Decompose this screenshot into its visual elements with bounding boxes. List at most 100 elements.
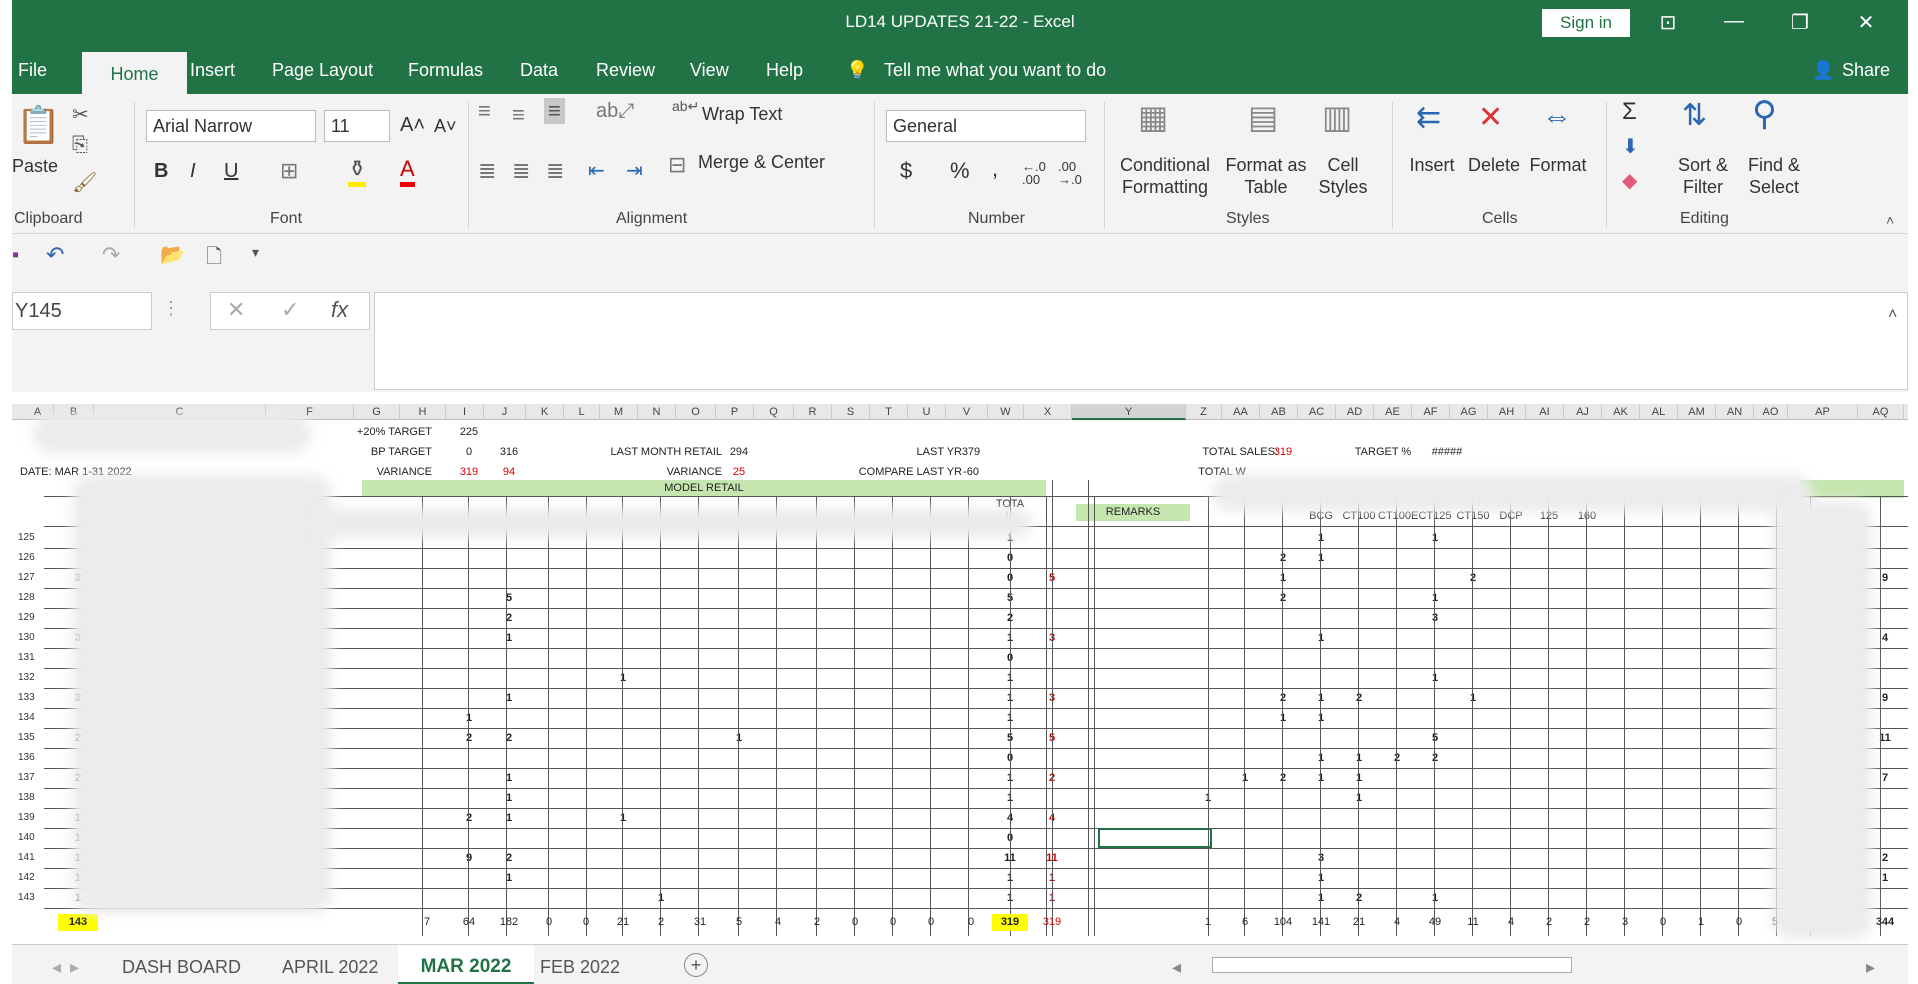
column-header-w[interactable]: W	[988, 404, 1024, 420]
row-header[interactable]: 126	[12, 548, 42, 568]
column-header-t[interactable]: T	[870, 404, 908, 420]
find-select-button[interactable]: Find & Select	[1740, 154, 1808, 198]
cell-ag[interactable]: 2	[1454, 570, 1492, 587]
scroll-tabs-left-icon[interactable]: ◂	[52, 957, 61, 978]
total-ae[interactable]: 4	[1378, 914, 1416, 931]
italic-button[interactable]: I	[190, 160, 196, 183]
increase-indent-icon[interactable]: ⇥	[626, 158, 643, 183]
format-as-table-button[interactable]: Format as Table	[1218, 154, 1314, 198]
currency-button[interactable]: $	[900, 158, 912, 184]
last-yr-label[interactable]: LAST YR	[852, 444, 962, 461]
font-color-icon[interactable]: A	[400, 156, 415, 187]
column-header-u[interactable]: U	[908, 404, 946, 420]
align-center-icon[interactable]: ≣	[512, 158, 530, 184]
decrease-indent-icon[interactable]: ⇤	[588, 158, 605, 183]
cell-m[interactable]: 1	[604, 810, 642, 827]
cell-ab[interactable]: 1	[1264, 710, 1302, 727]
enter-formula-icon[interactable]: ✓	[281, 297, 299, 323]
row-header[interactable]: 141	[12, 848, 42, 868]
column-header-h[interactable]: H	[400, 404, 446, 420]
total-l[interactable]: 0	[568, 914, 604, 931]
sheet-tab-april-2022[interactable]: APRIL 2022	[282, 957, 378, 978]
row-header[interactable]: 135	[12, 728, 42, 748]
row-header[interactable]: 143	[12, 888, 42, 908]
row-header[interactable]: 127	[12, 568, 42, 588]
sheet-tab-mar-2022[interactable]: MAR 2022	[398, 945, 534, 984]
bp-target-i[interactable]: 0	[450, 444, 488, 461]
paste-icon[interactable]: 📋	[16, 104, 61, 146]
column-header-ad[interactable]: AD	[1336, 404, 1374, 420]
total-p[interactable]: 5	[720, 914, 758, 931]
cell-m[interactable]: 1	[604, 670, 642, 687]
percent-button[interactable]: %	[950, 158, 970, 184]
cell-p[interactable]: 1	[720, 730, 758, 747]
underline-button[interactable]: U	[224, 160, 238, 183]
row-header[interactable]: 140	[12, 828, 42, 848]
cell-ab[interactable]: 2	[1264, 690, 1302, 707]
new-icon[interactable]: 🗋	[206, 242, 222, 276]
total-sales-value[interactable]: 319	[1264, 444, 1302, 461]
tab-data[interactable]: Data	[520, 60, 558, 81]
cell-ad[interactable]: 2	[1340, 890, 1378, 907]
total-h[interactable]: 7	[404, 914, 450, 931]
worksheet-grid[interactable]: A B C F G H I J K L M N O P Q R S T U V W X Y Z AA AB AC AD AE AF AG AH…	[12, 404, 1908, 944]
cell-j[interactable]: 1	[488, 810, 530, 827]
total-aj[interactable]: 2	[1568, 914, 1606, 931]
row-header[interactable]: 132	[12, 668, 42, 688]
column-header-ai[interactable]: AI	[1526, 404, 1564, 420]
scroll-tabs-right-icon[interactable]: ▸	[70, 957, 79, 978]
row-header[interactable]: 138	[12, 788, 42, 808]
total-t[interactable]: 0	[874, 914, 912, 931]
merge-center-button[interactable]: Merge & Center	[698, 152, 825, 173]
tab-file[interactable]: File	[18, 60, 47, 81]
increase-decimal-button[interactable]: ←.0 .00	[1022, 160, 1054, 186]
column-header-ak[interactable]: AK	[1602, 404, 1640, 420]
variance-label[interactable]: VARIANCE	[312, 464, 432, 481]
redo-icon[interactable]: ↷	[102, 242, 120, 268]
row-header[interactable]: 136	[12, 748, 42, 768]
row-header[interactable]: 131	[12, 648, 42, 668]
column-header-ag[interactable]: AG	[1450, 404, 1488, 420]
customize-qat-icon[interactable]: ▾	[252, 244, 259, 261]
total-al[interactable]: 0	[1644, 914, 1682, 931]
autosum-icon[interactable]: Σ	[1622, 98, 1637, 126]
open-icon[interactable]: 📂	[160, 242, 185, 267]
total-sales-label[interactable]: TOTAL SALES:	[1152, 444, 1278, 461]
cell-j[interactable]: 2	[488, 730, 530, 747]
cell-j[interactable]: 1	[488, 790, 530, 807]
cell-ac[interactable]: 1	[1302, 630, 1340, 647]
target-pct-value[interactable]: #####	[1422, 444, 1472, 461]
save-icon[interactable]: ▪	[12, 244, 19, 267]
cell-ab[interactable]: 2	[1264, 550, 1302, 567]
add-sheet-button[interactable]: +	[684, 953, 708, 977]
cell-styles-button[interactable]: Cell Styles	[1308, 154, 1378, 198]
column-header-an[interactable]: AN	[1716, 404, 1754, 420]
collapse-formula-bar-icon[interactable]: ˄	[1888, 306, 1897, 324]
total-ak[interactable]: 3	[1606, 914, 1644, 931]
total-n[interactable]: 2	[642, 914, 680, 931]
total-ai[interactable]: 2	[1530, 914, 1568, 931]
tab-view[interactable]: View	[690, 60, 729, 81]
column-header-aq[interactable]: AQ	[1858, 404, 1904, 420]
total-am[interactable]: 1	[1682, 914, 1720, 931]
cell-af[interactable]: 1	[1416, 530, 1454, 547]
last-month-label[interactable]: LAST MONTH RETAIL	[572, 444, 722, 461]
cell-ab[interactable]: 2	[1264, 590, 1302, 607]
cell-af[interactable]: 1	[1416, 890, 1454, 907]
fill-icon[interactable]: ⬇	[1622, 134, 1639, 159]
variance-i[interactable]: 319	[450, 464, 488, 481]
cell-af[interactable]: 2	[1416, 750, 1454, 767]
cell-j[interactable]: 2	[488, 850, 530, 867]
column-header-v[interactable]: V	[946, 404, 988, 420]
minimize-button[interactable]: —	[1714, 10, 1754, 33]
bp-target-j[interactable]: 316	[488, 444, 530, 461]
column-header-r[interactable]: R	[794, 404, 832, 420]
column-header-q[interactable]: Q	[754, 404, 794, 420]
cell-ac[interactable]: 1	[1302, 550, 1340, 567]
column-header-k[interactable]: K	[526, 404, 564, 420]
formula-input[interactable]	[374, 292, 1908, 390]
font-size-select[interactable]: 11	[324, 110, 390, 142]
total-s[interactable]: 0	[836, 914, 874, 931]
column-header-ab[interactable]: AB	[1260, 404, 1298, 420]
target-20-value[interactable]: 225	[450, 424, 488, 441]
